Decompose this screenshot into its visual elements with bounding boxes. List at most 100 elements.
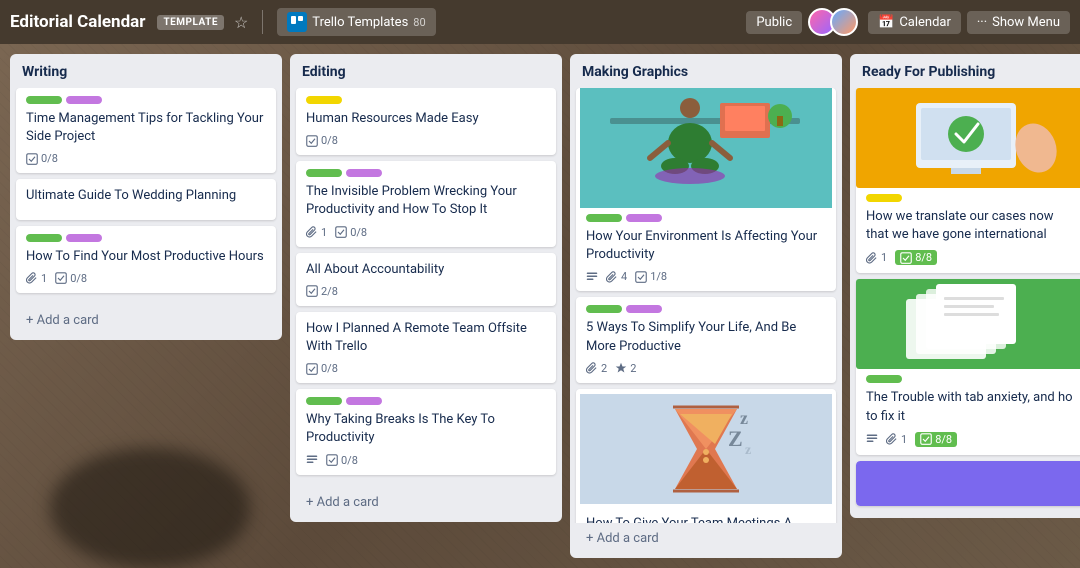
card-accountability[interactable]: All About Accountability 2/8 — [296, 253, 556, 306]
checklist-count: 0/8 — [321, 362, 338, 375]
attachment-icon — [866, 252, 878, 264]
card-translate[interactable]: How we translate our cases now that we h… — [856, 88, 1080, 273]
label-green — [866, 375, 902, 383]
card-hr-easy[interactable]: Human Resources Made Easy 0/8 — [296, 88, 556, 155]
card-labels — [306, 169, 546, 177]
card-meta: 2 2 — [586, 362, 826, 375]
card-inner: How To Give Your Team Meetings A — [576, 515, 836, 523]
label-purple — [346, 169, 382, 177]
description-meta — [586, 271, 598, 283]
checklist-icon — [306, 363, 318, 375]
star-icon[interactable]: ☆ — [234, 13, 248, 32]
checklist-icon — [306, 135, 318, 147]
description-icon — [306, 454, 318, 466]
attachment-meta: 1 — [886, 433, 907, 446]
card-meta: 1 8/8 — [866, 250, 1074, 265]
checklist-meta: 0/8 — [306, 134, 338, 147]
show-menu-button[interactable]: ··· Show Menu — [967, 11, 1070, 34]
card-meta: 0/8 — [306, 362, 546, 375]
attachment-count: 1 — [881, 251, 887, 264]
card-title: Human Resources Made Easy — [306, 110, 546, 128]
add-card-making-graphics[interactable]: + Add a card — [576, 525, 836, 552]
checklist-icon — [326, 454, 338, 466]
checklist-count: 8/8 — [915, 251, 932, 264]
checklist-meta: 0/8 — [26, 152, 58, 165]
list-writing-title: Writing — [10, 54, 282, 88]
attachment-meta: 2 — [586, 362, 607, 375]
show-menu-label: Show Menu — [992, 15, 1060, 30]
card-labels — [866, 194, 1074, 202]
card-title: The Invisible Problem Wrecking Your Prod… — [306, 183, 546, 219]
attachment-icon — [886, 433, 898, 445]
card-environment[interactable]: How Your Environment Is Affecting Your P… — [576, 88, 836, 291]
svg-text:z: z — [745, 443, 751, 458]
checklist-meta: 0/8 — [335, 226, 367, 239]
checklist-icon — [306, 285, 318, 297]
trello-templates-button[interactable]: Trello Templates 80 — [277, 8, 435, 36]
card-team-meetings[interactable]: z Z z How To Give Your Team Meetings A — [576, 389, 836, 523]
label-green — [306, 169, 342, 177]
board: Writing Time Management Tips for Tacklin… — [0, 44, 1080, 568]
card-meta: 0/8 — [306, 454, 546, 467]
attachment-count: 2 — [601, 362, 607, 375]
card-title: Why Taking Breaks Is The Key To Producti… — [306, 411, 546, 447]
calendar-button[interactable]: 📅 Calendar — [868, 11, 961, 34]
label-green — [26, 234, 62, 242]
attachment-count: 4 — [621, 270, 627, 283]
list-ready-cards: How we translate our cases now that we h… — [850, 88, 1080, 518]
description-meta — [866, 433, 878, 445]
label-green — [586, 305, 622, 313]
card-time-management[interactable]: Time Management Tips for Tackling Your S… — [16, 88, 276, 173]
card-productive-hours[interactable]: How To Find Your Most Productive Hours 1… — [16, 226, 276, 293]
attachment-count: 1 — [41, 272, 47, 285]
card-tab-anxiety[interactable]: The Trouble with tab anxiety, and ho to … — [856, 279, 1080, 454]
description-icon — [866, 433, 878, 445]
calendar-label: Calendar — [899, 15, 951, 30]
checklist-complete-meta: 8/8 — [895, 250, 937, 265]
label-purple — [626, 214, 662, 222]
checklist-count: 0/8 — [321, 134, 338, 147]
attachment-count: 1 — [321, 226, 327, 239]
attachment-meta: 1 — [306, 226, 327, 239]
label-purple — [626, 305, 662, 313]
board-title: Editorial Calendar — [10, 12, 145, 32]
card-invisible-problem[interactable]: The Invisible Problem Wrecking Your Prod… — [296, 161, 556, 246]
public-button[interactable]: Public — [746, 11, 802, 34]
checklist-meta: 2/8 — [306, 285, 338, 298]
checklist-count: 8/8 — [935, 433, 952, 446]
card-labels — [586, 305, 826, 313]
card-meta: 1 8/8 — [866, 432, 1074, 447]
avatar-group — [808, 8, 858, 36]
checklist-count: 2/8 — [321, 285, 338, 298]
card-wedding-planning[interactable]: Ultimate Guide To Wedding Planning — [16, 179, 276, 219]
attachment-icon — [606, 271, 618, 283]
member-count: 80 — [413, 16, 425, 29]
card-image-sleep: z Z z — [576, 389, 836, 509]
card-purple-card[interactable] — [856, 461, 1080, 506]
list-making-graphics: Making Graphics — [570, 54, 842, 558]
card-title: Ultimate Guide To Wedding Planning — [26, 187, 266, 205]
card-5-ways[interactable]: 5 Ways To Simplify Your Life, And Be Mor… — [576, 297, 836, 382]
card-title: How I Planned A Remote Team Offsite With… — [306, 320, 546, 356]
checklist-count: 0/8 — [350, 226, 367, 239]
list-editing-title: Editing — [290, 54, 562, 88]
description-meta — [306, 454, 318, 466]
add-card-editing[interactable]: + Add a card — [296, 489, 556, 516]
add-card-writing[interactable]: + Add a card — [16, 307, 276, 334]
card-inner: How Your Environment Is Affecting Your P… — [576, 214, 836, 283]
card-remote-offsite[interactable]: How I Planned A Remote Team Offsite With… — [296, 312, 556, 383]
powerup-count: 2 — [630, 362, 636, 375]
list-writing: Writing Time Management Tips for Tacklin… — [10, 54, 282, 340]
card-labels — [26, 234, 266, 242]
label-purple — [66, 234, 102, 242]
label-green — [26, 96, 62, 104]
checklist-icon — [335, 226, 347, 238]
svg-text:z: z — [740, 408, 748, 428]
card-breaks-key[interactable]: Why Taking Breaks Is The Key To Producti… — [296, 389, 556, 474]
public-label: Public — [756, 15, 792, 30]
header-right: Public 📅 Calendar ··· Show Menu — [746, 8, 1070, 36]
card-inner: The Trouble with tab anxiety, and ho to … — [856, 375, 1080, 446]
list-ready-for-publishing-title: Ready For Publishing — [850, 54, 1080, 88]
card-title: How we translate our cases now that we h… — [866, 208, 1074, 244]
card-title: The Trouble with tab anxiety, and ho to … — [866, 389, 1074, 425]
